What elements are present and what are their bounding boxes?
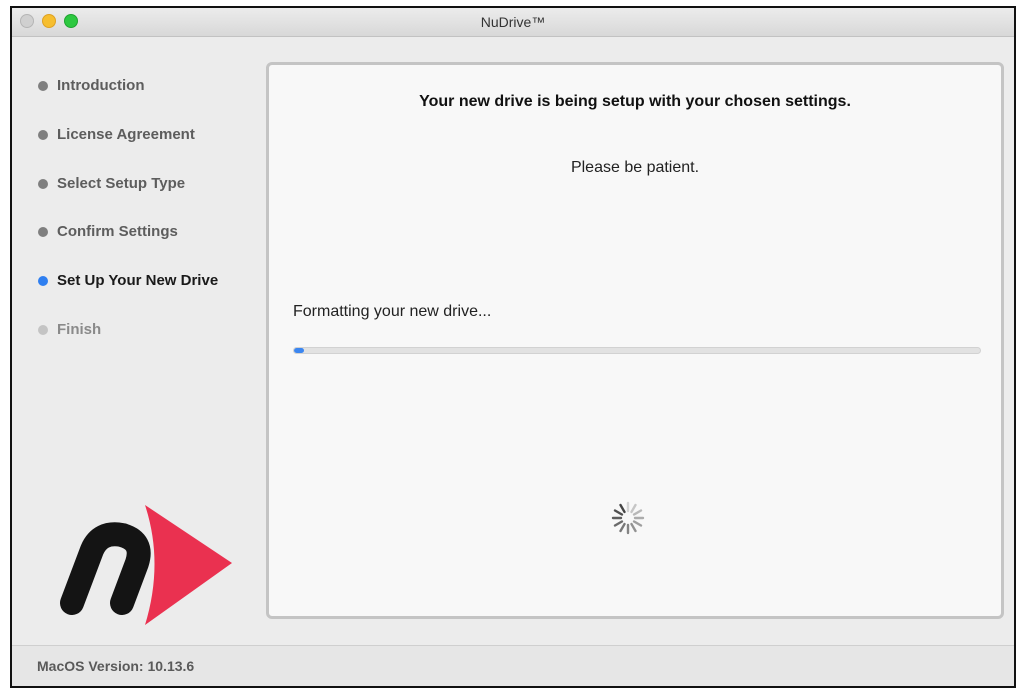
title-bar: NuDrive™ [12,8,1014,37]
logo-arrow-icon [145,505,232,625]
step-indicator-icon [38,226,48,237]
spinner-spoke [613,509,624,516]
installer-window: NuDrive™ Introduction License Agreement … [10,6,1016,688]
step-indicator-icon [38,80,48,91]
step-confirm-settings: Confirm Settings [38,223,178,240]
step-license-agreement: License Agreement [38,126,195,143]
step-label: Select Setup Type [57,175,186,192]
main-content-panel: Your new drive is being setup with your … [266,62,1004,619]
loading-spinner-icon [611,501,645,535]
step-indicator-icon [38,178,48,189]
step-indicator-icon [38,275,48,286]
spinner-spoke [632,520,643,527]
step-label: Confirm Settings [57,223,178,240]
progress-bar-fill [294,348,305,353]
spinner-spoke [632,509,643,516]
spinner-spoke [630,503,637,514]
step-set-up-your-new-drive: Set Up Your New Drive [38,272,218,289]
progress-bar [293,347,981,354]
step-label: Introduction [57,77,145,94]
step-finish: Finish [38,321,101,338]
spinner-spoke [619,503,626,514]
setup-heading: Your new drive is being setup with your … [419,93,851,110]
step-label: Set Up Your New Drive [57,272,219,289]
step-indicator-icon [38,324,48,335]
logo-n-icon [60,522,151,615]
window-title: NuDrive™ [480,14,546,30]
step-label: License Agreement [57,126,195,143]
step-label: Finish [57,321,102,338]
step-indicator-icon [38,129,48,140]
progress-status-text: Formatting your new drive... [293,303,492,320]
steps-sidebar: Introduction License Agreement Select Se… [12,37,266,647]
nudrive-logo-icon [60,505,232,625]
footer-bar: MacOS Version: 10.13.6 [12,645,1014,686]
os-version-label: MacOS Version: 10.13.6 [37,658,195,674]
step-select-setup-type: Select Setup Type [38,175,185,192]
spinner-spoke [619,522,626,533]
patience-message: Please be patient. [570,159,700,176]
spinner-spoke [613,520,624,527]
spinner-spoke [630,522,637,533]
step-introduction: Introduction [38,77,144,94]
